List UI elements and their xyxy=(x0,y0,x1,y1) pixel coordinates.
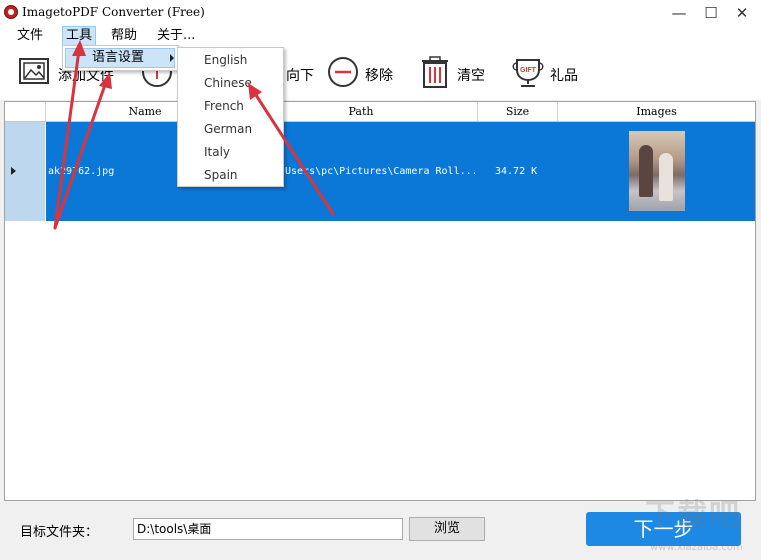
gift-icon-text: GIFT xyxy=(520,67,537,74)
menu-tools[interactable]: 工具 xyxy=(62,26,97,46)
menu-about[interactable]: 关于... xyxy=(154,27,198,45)
window-title: ImagetoPDF Converter (Free) xyxy=(22,5,205,19)
move-down-label: 向下 xyxy=(286,68,314,84)
language-french[interactable]: French xyxy=(178,95,283,117)
minimize-button[interactable]: — xyxy=(663,0,695,26)
app-logo-icon xyxy=(4,5,18,19)
column-header-size[interactable]: Size xyxy=(477,102,557,121)
table-row[interactable]: ak29762.jpg Users\pc\Pictures\Camera Rol… xyxy=(5,122,755,221)
language-submenu: English Chinese French German Italy Spai… xyxy=(177,47,284,187)
submenu-arrow-icon xyxy=(170,54,174,62)
row-pointer-icon xyxy=(11,167,16,175)
column-header-images[interactable]: Images xyxy=(557,102,755,121)
minus-circle-icon xyxy=(328,57,358,87)
language-chinese[interactable]: Chinese xyxy=(178,72,283,94)
cell-path: Users\pc\Pictures\Camera Roll... xyxy=(285,166,475,177)
trash-icon xyxy=(422,56,448,88)
menu-file[interactable]: 文件 xyxy=(14,27,46,45)
language-spain[interactable]: Spain xyxy=(178,164,283,186)
file-grid[interactable]: Name Path Size Images ak29762.jpg Users\… xyxy=(4,101,756,501)
image-add-icon xyxy=(19,58,49,84)
browse-button[interactable]: 浏览 xyxy=(409,517,485,541)
menu-help[interactable]: 帮助 xyxy=(108,27,140,45)
close-button[interactable]: ✕ xyxy=(726,0,758,26)
header-row-selector xyxy=(5,102,45,121)
maximize-button[interactable]: ☐ xyxy=(695,0,727,26)
remove-label: 移除 xyxy=(365,68,393,84)
title-bar: ImagetoPDF Converter (Free) — ☐ ✕ xyxy=(0,0,761,26)
image-thumbnail xyxy=(629,131,685,211)
menu-language-settings[interactable]: 语言设置 xyxy=(65,48,175,68)
clear-label: 清空 xyxy=(457,68,485,84)
cell-size: 34.72 K xyxy=(495,166,538,177)
language-settings-label: 语言设置 xyxy=(92,50,145,65)
watermark-logo: 下载吧 xyxy=(645,498,741,533)
grid-header: Name Path Size Images xyxy=(5,102,755,122)
row-selector[interactable] xyxy=(5,122,46,221)
language-german[interactable]: German xyxy=(178,118,283,140)
tools-dropdown: 语言设置 xyxy=(62,45,179,71)
gift-trophy-icon: GIFT xyxy=(512,59,544,87)
language-italy[interactable]: Italy xyxy=(178,141,283,163)
watermark-url: www.xiazaiba.com xyxy=(650,542,743,553)
cell-name: ak29762.jpg xyxy=(48,166,115,177)
target-folder-label: 目标文件夹： xyxy=(20,525,99,540)
target-folder-input[interactable]: D:\tools\桌面 xyxy=(133,518,403,540)
menu-bar: 文件 工具 帮助 关于... xyxy=(0,26,761,46)
language-english[interactable]: English xyxy=(178,49,283,71)
gift-label: 礼品 xyxy=(550,68,578,84)
